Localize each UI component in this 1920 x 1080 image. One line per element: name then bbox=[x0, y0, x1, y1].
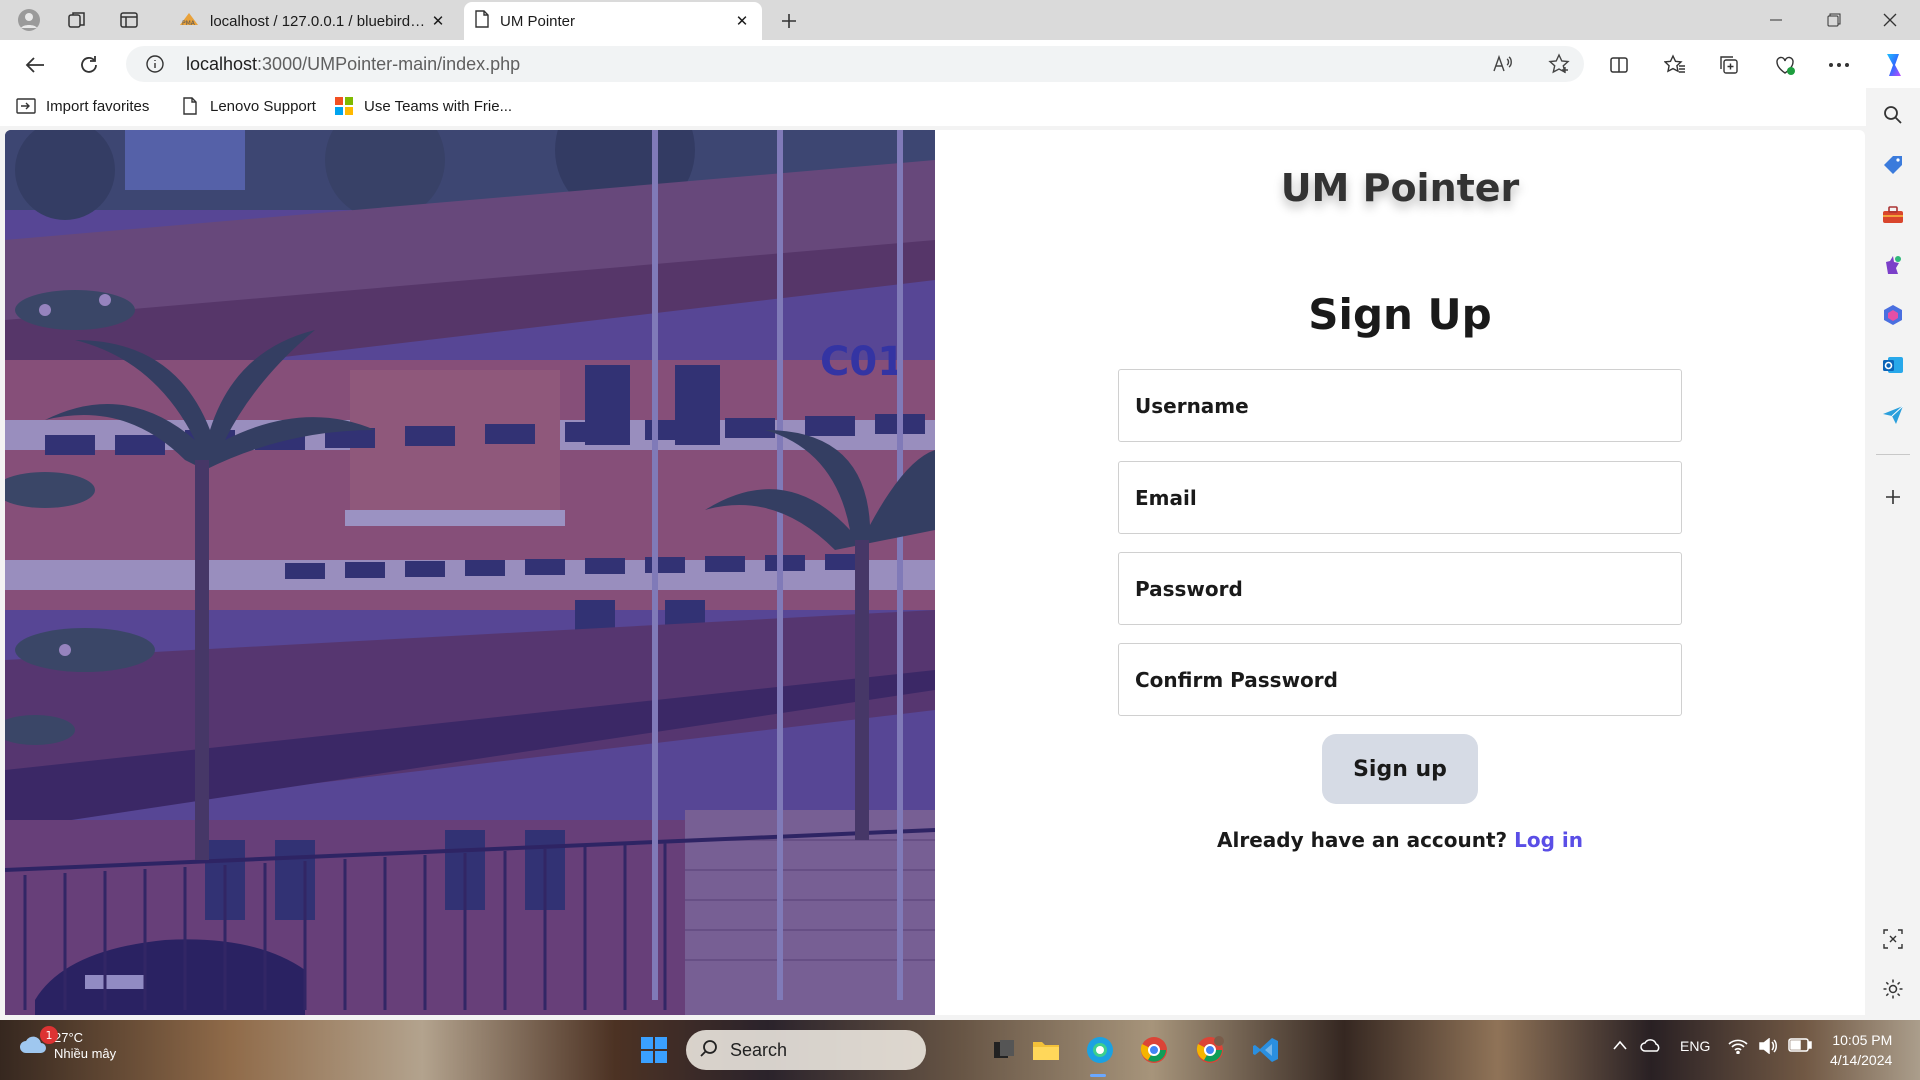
wifi-icon[interactable] bbox=[1728, 1038, 1748, 1057]
restore-icon[interactable] bbox=[1806, 0, 1862, 40]
login-prompt-text: Already have an account? bbox=[1217, 828, 1508, 852]
svg-text:PMA: PMA bbox=[182, 20, 196, 27]
chrome-profile-icon[interactable] bbox=[1192, 1032, 1228, 1068]
close-icon[interactable]: ✕ bbox=[428, 11, 448, 31]
games-icon[interactable] bbox=[1880, 252, 1906, 278]
search-placeholder: Search bbox=[730, 1039, 788, 1060]
login-prompt: Already have an account? Log in bbox=[935, 828, 1865, 852]
send-icon[interactable] bbox=[1880, 402, 1906, 428]
favorite-label: Import favorites bbox=[46, 97, 150, 115]
tools-icon[interactable] bbox=[1880, 202, 1906, 228]
chevron-up-icon[interactable] bbox=[1612, 1038, 1628, 1054]
browser-essentials-icon[interactable] bbox=[1770, 50, 1800, 80]
address-bar[interactable]: localhost:3000/UMPointer-main/index.php bbox=[126, 46, 1584, 82]
weather-temp: 27°C bbox=[54, 1030, 84, 1045]
notification-badge: 1 bbox=[40, 1026, 58, 1044]
url-text[interactable]: localhost:3000/UMPointer-main/index.php bbox=[186, 54, 520, 75]
page-icon bbox=[474, 10, 490, 32]
navigation-bar: localhost:3000/UMPointer-main/index.php bbox=[0, 40, 1920, 88]
weather-desc: Nhiều mây bbox=[54, 1046, 117, 1061]
start-icon[interactable] bbox=[636, 1032, 672, 1068]
file-explorer-icon[interactable] bbox=[1028, 1032, 1064, 1068]
tab-title: localhost / 127.0.0.1 / bluebirdhotel bbox=[210, 12, 428, 30]
info-icon[interactable] bbox=[142, 51, 168, 77]
favorite-label: Use Teams with Frie... bbox=[364, 97, 513, 115]
vscode-icon[interactable] bbox=[1248, 1032, 1284, 1068]
collections-icon[interactable] bbox=[1714, 50, 1744, 80]
outlook-icon[interactable] bbox=[1880, 352, 1906, 378]
taskbar-wallpaper bbox=[0, 1020, 1920, 1080]
tab-title: UM Pointer bbox=[500, 12, 576, 30]
back-icon[interactable] bbox=[20, 50, 50, 80]
shopping-tag-icon[interactable] bbox=[1880, 152, 1906, 178]
new-tab-button[interactable] bbox=[776, 8, 802, 34]
language-indicator[interactable]: ENG bbox=[1680, 1038, 1710, 1054]
tab-bar: PMA localhost / 127.0.0.1 / bluebirdhote… bbox=[0, 0, 1920, 40]
task-view-icon[interactable] bbox=[986, 1032, 1022, 1068]
edge-icon[interactable] bbox=[1082, 1032, 1118, 1068]
search-icon[interactable] bbox=[1880, 102, 1906, 128]
search-icon bbox=[700, 1039, 718, 1062]
favorite-teams[interactable]: Use Teams with Frie... bbox=[334, 96, 512, 116]
workspaces-icon[interactable] bbox=[62, 6, 92, 34]
tab-um-pointer[interactable]: UM Pointer ✕ bbox=[464, 2, 762, 40]
clock-time: 10:05 PM bbox=[1832, 1032, 1893, 1048]
vertical-tabs-icon[interactable] bbox=[114, 6, 144, 34]
read-aloud-icon[interactable] bbox=[1490, 51, 1516, 77]
system-clock[interactable]: 10:05 PM 4/14/2024 bbox=[1830, 1030, 1892, 1070]
active-app-indicator bbox=[1090, 1074, 1106, 1077]
close-icon[interactable]: ✕ bbox=[732, 11, 752, 31]
taskbar: 27°C Nhiều mây 1 Search ENG 10:05 PM 4/1… bbox=[0, 1020, 1920, 1080]
confirm-password-field[interactable] bbox=[1118, 643, 1682, 716]
refresh-icon[interactable] bbox=[74, 50, 104, 80]
favorite-lenovo[interactable]: Lenovo Support bbox=[180, 96, 316, 116]
password-field[interactable] bbox=[1118, 552, 1682, 625]
chrome-icon[interactable] bbox=[1136, 1032, 1172, 1068]
campus-building-image: C01 bbox=[5, 130, 935, 1015]
url-host: localhost bbox=[186, 54, 258, 74]
favorite-label: Lenovo Support bbox=[210, 97, 316, 115]
clock-date: 4/14/2024 bbox=[1830, 1052, 1893, 1068]
m365-icon[interactable] bbox=[1880, 302, 1906, 328]
email-field[interactable] bbox=[1118, 461, 1682, 534]
page-icon bbox=[180, 96, 200, 116]
page-title: Sign Up bbox=[1308, 290, 1492, 339]
favorite-star-icon[interactable] bbox=[1546, 51, 1572, 77]
taskbar-search[interactable]: Search bbox=[686, 1030, 926, 1070]
close-window-icon[interactable] bbox=[1862, 0, 1918, 40]
more-options-icon[interactable] bbox=[1824, 50, 1854, 80]
split-screen-icon[interactable] bbox=[1604, 50, 1634, 80]
signup-button[interactable]: Sign up bbox=[1322, 734, 1478, 804]
battery-icon[interactable] bbox=[1788, 1038, 1812, 1055]
signup-panel: UM Pointer Sign Up Sign up Already have … bbox=[935, 130, 1865, 1015]
screenshot-icon[interactable] bbox=[1880, 926, 1906, 952]
sidebar-divider bbox=[1876, 454, 1910, 455]
edge-sidebar bbox=[1866, 88, 1920, 1020]
add-icon[interactable] bbox=[1880, 484, 1906, 510]
phpmyadmin-icon: PMA bbox=[178, 11, 200, 31]
url-path: :3000/UMPointer-main/index.php bbox=[257, 54, 521, 74]
onedrive-icon[interactable] bbox=[1640, 1038, 1662, 1055]
page-brand: UM Pointer bbox=[1280, 166, 1520, 210]
settings-icon[interactable] bbox=[1880, 976, 1906, 1002]
copilot-icon[interactable] bbox=[1878, 50, 1908, 80]
minimize-icon[interactable] bbox=[1748, 0, 1804, 40]
favorite-import[interactable]: Import favorites bbox=[16, 96, 149, 116]
volume-icon[interactable] bbox=[1758, 1037, 1778, 1057]
page-viewport: C01 UM Pointer Sign Up Username Email Si… bbox=[5, 130, 1865, 1015]
microsoft-icon bbox=[334, 96, 354, 116]
login-link[interactable]: Log in bbox=[1514, 828, 1583, 852]
profile-icon[interactable] bbox=[14, 6, 44, 34]
favorites-bar: Import favorites Lenovo Support Use Team… bbox=[0, 88, 1920, 126]
import-icon bbox=[16, 96, 36, 116]
username-field[interactable] bbox=[1118, 369, 1682, 442]
weather-widget[interactable]: 27°C Nhiều mây bbox=[18, 1030, 116, 1062]
tab-phpmyadmin[interactable]: PMA localhost / 127.0.0.1 / bluebirdhote… bbox=[168, 2, 458, 40]
favorites-icon[interactable] bbox=[1660, 50, 1690, 80]
